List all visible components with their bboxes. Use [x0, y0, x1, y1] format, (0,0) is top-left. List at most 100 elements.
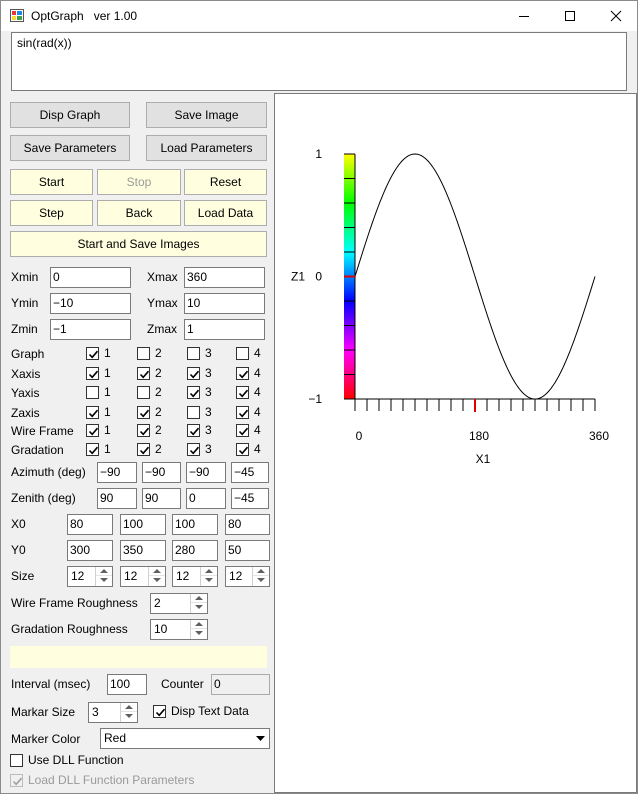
reset-button[interactable]: Reset [184, 169, 267, 195]
back-button[interactable]: Back [97, 200, 181, 226]
yaxis-check-1[interactable]: 1 [86, 386, 111, 400]
zmin-input[interactable]: −1 [50, 319, 131, 340]
use-dll-function-checkbox[interactable]: Use DLL Function [10, 754, 124, 768]
y0-input-2[interactable]: 350 [120, 540, 166, 561]
wire-frame-check-3[interactable]: 3 [187, 424, 212, 438]
load-dll-parameters-checkbox[interactable]: Load DLL Function Parameters [10, 774, 194, 788]
graph-panel[interactable]: 1 0 −1 Z1 0 180 360 X1 [274, 93, 637, 793]
spin-down-icon[interactable] [149, 576, 165, 585]
close-button[interactable] [593, 1, 637, 31]
stop-button[interactable]: Stop [97, 169, 181, 195]
spin-up-icon[interactable] [201, 567, 217, 576]
start-button[interactable]: Start [10, 169, 93, 195]
zmax-input[interactable]: 1 [184, 319, 265, 340]
zenith-input-4[interactable]: −45 [231, 488, 269, 509]
load-data-button[interactable]: Load Data [184, 200, 267, 226]
spin-up-icon[interactable] [96, 567, 112, 576]
graph-check-4[interactable]: 4 [236, 347, 261, 361]
spin-up-icon[interactable] [191, 620, 207, 629]
marker-color-select[interactable]: Red [100, 728, 270, 749]
spin-up-icon[interactable] [191, 594, 207, 603]
x0-input-1[interactable]: 80 [67, 514, 113, 535]
save-parameters-button[interactable]: Save Parameters [10, 135, 130, 161]
x-tick-label: 360 [589, 429, 609, 443]
zmax-label: Zmax [147, 322, 177, 336]
size-spinner-2[interactable]: 12 [120, 566, 166, 587]
gradation-check-2[interactable]: 2 [137, 443, 162, 457]
gradation-roughness-spinner[interactable]: 10 [150, 619, 208, 640]
title-bar[interactable]: OptGraph ver 1.00 [1, 1, 637, 31]
xaxis-check-2[interactable]: 2 [137, 367, 162, 381]
yaxis-row-label: Yaxis [11, 386, 40, 400]
save-image-button[interactable]: Save Image [146, 102, 267, 128]
azimuth-input-2[interactable]: −90 [142, 462, 181, 483]
size-spinner-3[interactable]: 12 [172, 566, 218, 587]
load-parameters-button[interactable]: Load Parameters [146, 135, 267, 161]
spin-down-icon[interactable] [253, 576, 269, 585]
wire-frame-roughness-spinner[interactable]: 2 [150, 593, 208, 614]
zaxis-check-3[interactable]: 3 [187, 406, 212, 420]
spin-down-icon[interactable] [96, 576, 112, 585]
checkbox-box [137, 443, 150, 456]
zaxis-check-2[interactable]: 2 [137, 406, 162, 420]
size-label: Size [11, 569, 35, 583]
zaxis-check-1[interactable]: 1 [86, 406, 111, 420]
spin-down-icon[interactable] [191, 603, 207, 612]
ymin-input[interactable]: −10 [50, 293, 131, 314]
xmax-input[interactable]: 360 [184, 267, 265, 288]
minimize-button[interactable] [501, 1, 547, 31]
marker-size-spinner[interactable]: 3 [88, 702, 138, 723]
interval-input[interactable]: 100 [107, 674, 147, 695]
graph-check-1[interactable]: 1 [86, 347, 111, 361]
spin-down-icon[interactable] [191, 629, 207, 638]
gradation-check-1[interactable]: 1 [86, 443, 111, 457]
gradation-check-3[interactable]: 3 [187, 443, 212, 457]
size-spinner-4[interactable]: 12 [225, 566, 270, 587]
xaxis-check-4[interactable]: 4 [236, 367, 261, 381]
y0-input-1[interactable]: 300 [67, 540, 113, 561]
xaxis-check-3[interactable]: 3 [187, 367, 212, 381]
x0-input-4[interactable]: 80 [225, 514, 270, 535]
azimuth-input-4[interactable]: −45 [231, 462, 269, 483]
xmin-label: Xmin [11, 270, 39, 284]
spin-up-icon[interactable] [149, 567, 165, 576]
spin-down-icon[interactable] [201, 576, 217, 585]
spin-up-icon[interactable] [253, 567, 269, 576]
start-and-save-images-button[interactable]: Start and Save Images [10, 231, 267, 257]
checkbox-box [137, 386, 150, 399]
step-button[interactable]: Step [10, 200, 93, 226]
y0-input-3[interactable]: 280 [172, 540, 218, 561]
graph-check-2[interactable]: 2 [137, 347, 162, 361]
formula-textbox[interactable]: sin(rad(x)) [11, 32, 627, 91]
gradation-check-4[interactable]: 4 [236, 443, 261, 457]
maximize-button[interactable] [547, 1, 593, 31]
yaxis-check-3[interactable]: 3 [187, 386, 212, 400]
disp-text-data-checkbox[interactable]: Disp Text Data [153, 705, 249, 719]
spin-up-icon[interactable] [121, 703, 137, 712]
ymax-input[interactable]: 10 [184, 293, 265, 314]
zaxis-check-4[interactable]: 4 [236, 406, 261, 420]
wire-frame-check-2[interactable]: 2 [137, 424, 162, 438]
wire-frame-check-4[interactable]: 4 [236, 424, 261, 438]
zenith-input-1[interactable]: 90 [97, 488, 137, 509]
xaxis-check-1[interactable]: 1 [86, 367, 111, 381]
checkmark-icon [88, 409, 99, 418]
x0-input-3[interactable]: 100 [172, 514, 218, 535]
yaxis-check-2[interactable]: 2 [137, 386, 162, 400]
wire-frame-check-1[interactable]: 1 [86, 424, 111, 438]
xmin-input[interactable]: 0 [50, 267, 131, 288]
azimuth-input-3[interactable]: −90 [186, 462, 226, 483]
zenith-input-2[interactable]: 90 [142, 488, 181, 509]
size-spinner-1[interactable]: 12 [67, 566, 113, 587]
checkbox-box [236, 347, 249, 360]
yaxis-check-4[interactable]: 4 [236, 386, 261, 400]
y0-input-4[interactable]: 50 [225, 540, 270, 561]
disp-graph-button[interactable]: Disp Graph [10, 102, 130, 128]
zenith-input-3[interactable]: 0 [186, 488, 226, 509]
checkbox-box [86, 424, 99, 437]
x0-input-2[interactable]: 100 [120, 514, 166, 535]
spin-down-icon[interactable] [121, 712, 137, 721]
xmax-label: Xmax [147, 270, 178, 284]
graph-check-3[interactable]: 3 [187, 347, 212, 361]
azimuth-input-1[interactable]: −90 [97, 462, 137, 483]
